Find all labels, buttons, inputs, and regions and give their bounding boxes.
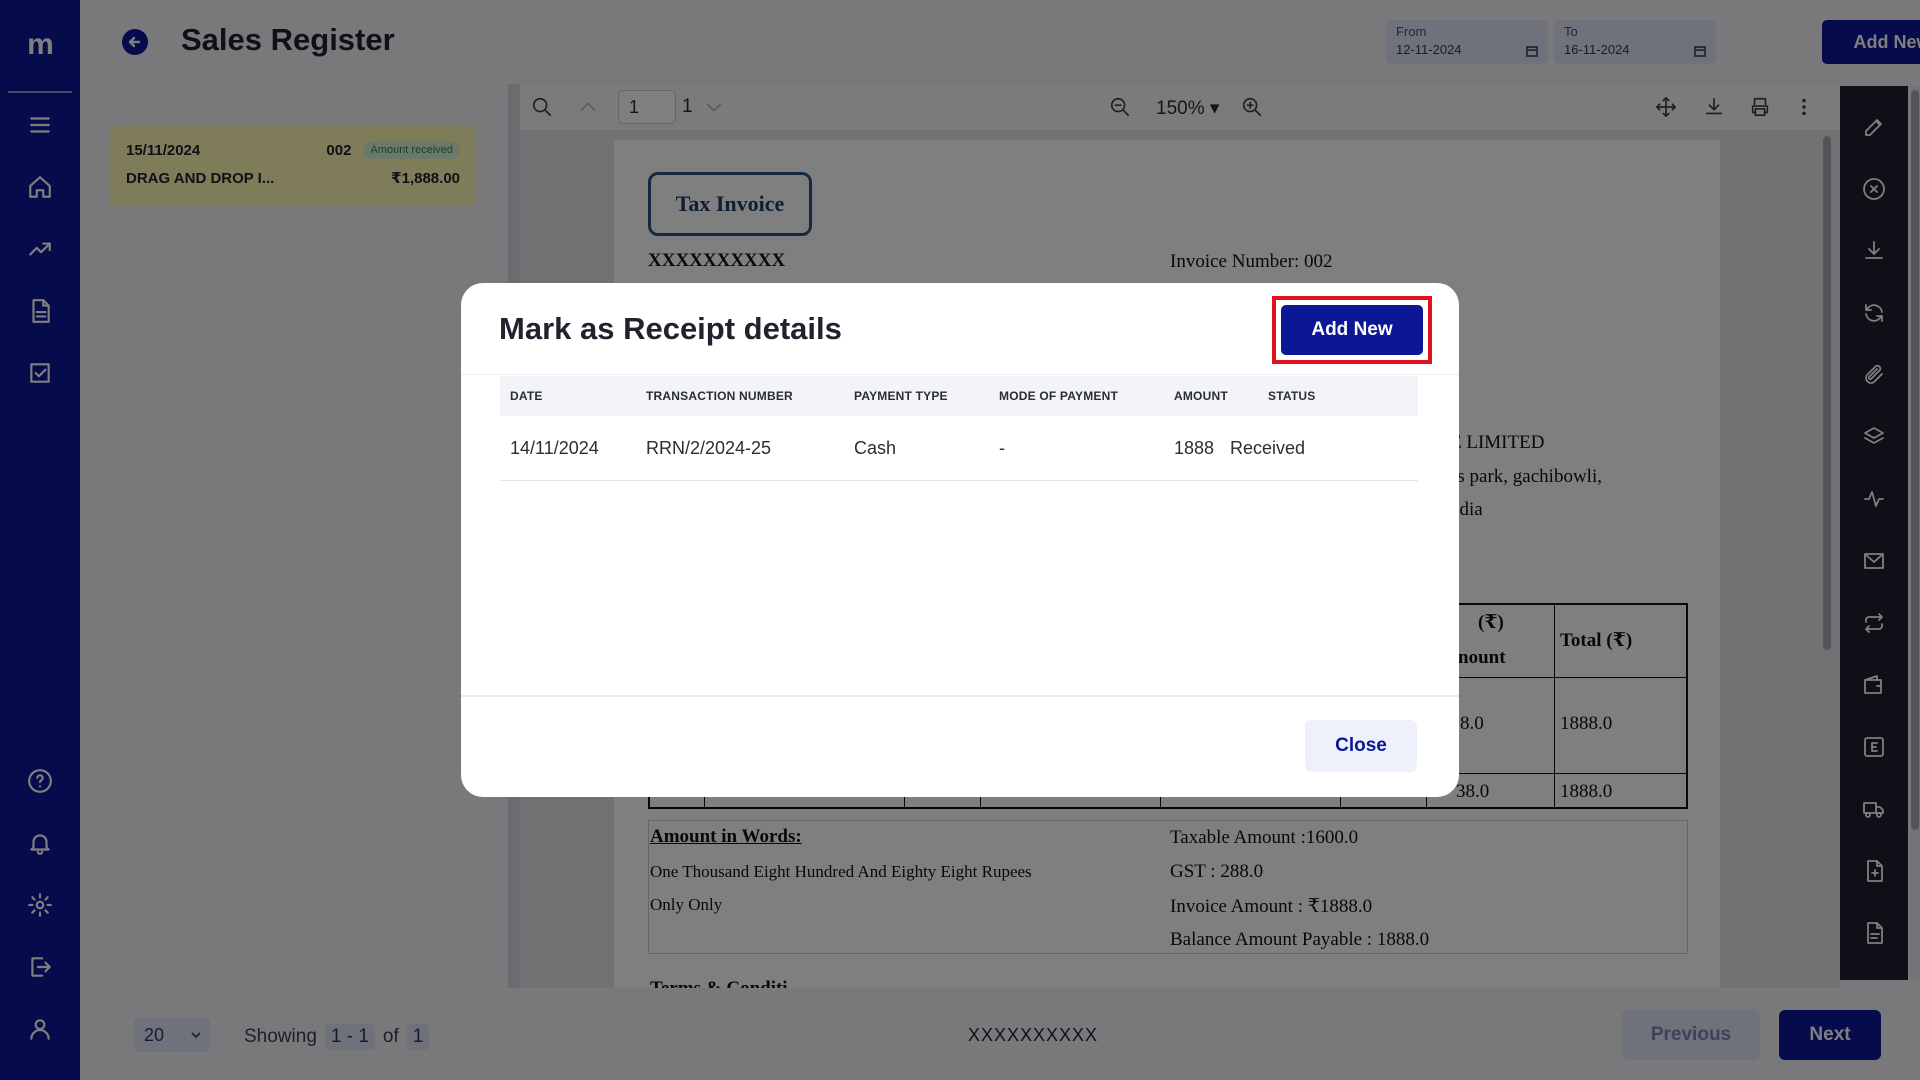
cell-amount: 1888 — [1174, 437, 1215, 458]
column-header-date: DATE — [510, 389, 543, 403]
modal-footer-divider — [461, 695, 1459, 697]
modal-title: Mark as Receipt details — [499, 311, 842, 346]
receipt-table-header: DATE TRANSACTION NUMBER PAYMENT TYPE MOD… — [500, 376, 1418, 416]
column-header-transaction-number: TRANSACTION NUMBER — [646, 389, 793, 403]
modal-divider — [461, 374, 1459, 375]
cell-date: 14/11/2024 — [510, 437, 599, 458]
add-receipt-button[interactable]: Add New — [1281, 305, 1423, 355]
column-header-status: STATUS — [1268, 389, 1316, 403]
cell-payment-type: Cash — [854, 437, 897, 458]
table-row[interactable]: 14/11/2024 RRN/2/2024-25 Cash - 1888 Rec… — [500, 416, 1418, 481]
column-header-amount: AMOUNT — [1174, 389, 1228, 403]
cell-mode-of-payment: - — [999, 437, 1005, 458]
column-header-payment-type: PAYMENT TYPE — [854, 389, 948, 403]
cell-transaction-number: RRN/2/2024-25 — [646, 437, 772, 458]
column-header-mode-of-payment: MODE OF PAYMENT — [999, 389, 1119, 403]
close-button[interactable]: Close — [1305, 720, 1417, 772]
cell-status: Received — [1230, 437, 1306, 458]
receipt-details-modal: Mark as Receipt details Add New DATE TRA… — [461, 283, 1459, 797]
